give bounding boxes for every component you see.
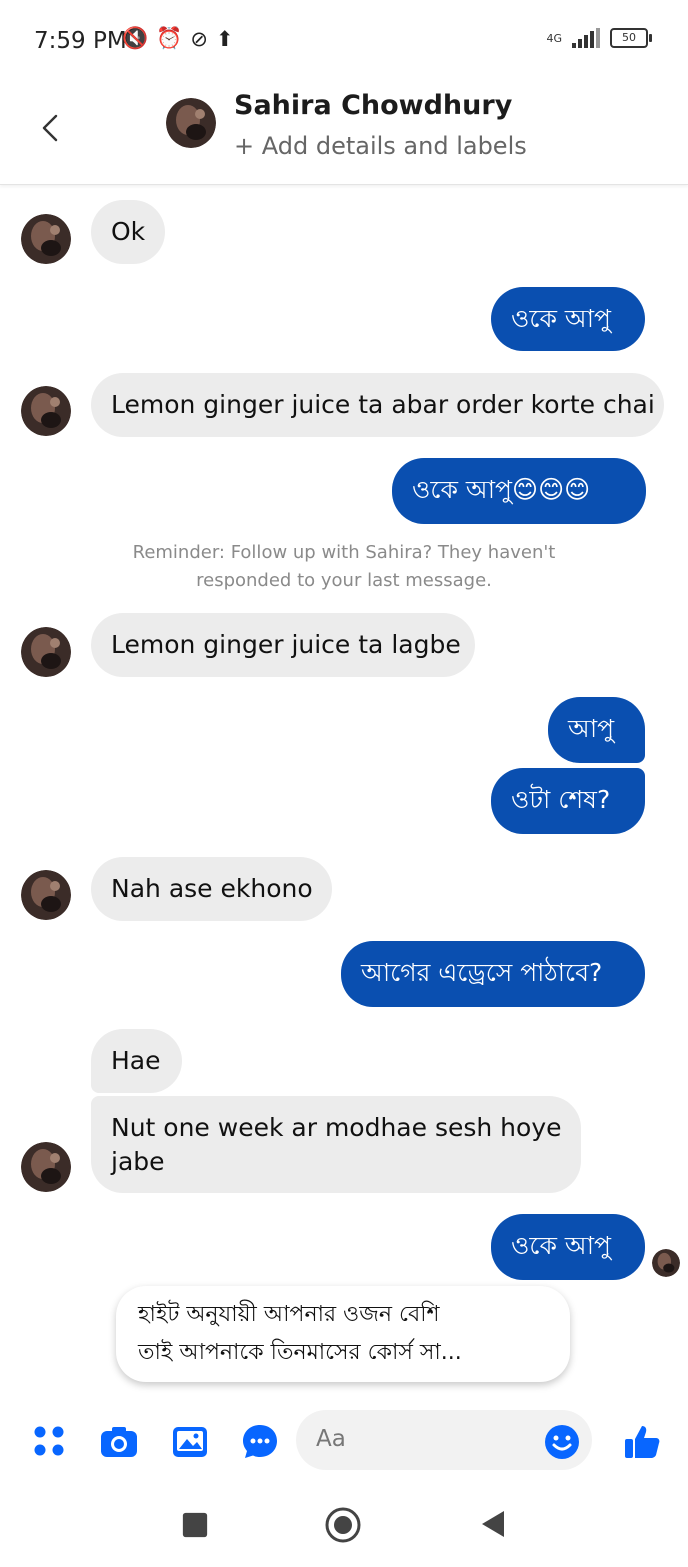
emoji-icon[interactable] bbox=[542, 1422, 582, 1462]
message-bubble[interactable]: Nut one week ar modhae sesh hoye jabe bbox=[91, 1096, 581, 1193]
contact-avatar bbox=[21, 870, 71, 920]
recent-apps-icon[interactable] bbox=[181, 1511, 209, 1539]
reminder-line-2: responded to your last message. bbox=[196, 570, 492, 591]
message-bubble[interactable]: Lemon ginger juice ta lagbe bbox=[91, 613, 475, 677]
back-nav-icon[interactable] bbox=[478, 1509, 508, 1539]
message-bubble[interactable]: ওটা শেষ? bbox=[491, 768, 645, 834]
status-bar: 7:59 PM 🔇 ⏰ ⊘ ⬆ 4G 50 bbox=[0, 0, 688, 86]
contact-avatar bbox=[21, 627, 71, 677]
conversation-header: Sahira Chowdhury + Add details and label… bbox=[0, 86, 688, 185]
apps-icon[interactable] bbox=[30, 1422, 70, 1462]
network-label: 4G bbox=[546, 31, 562, 45]
camera-icon[interactable] bbox=[99, 1422, 139, 1462]
chat-extensions-icon[interactable] bbox=[240, 1422, 280, 1462]
seen-indicator-avatar bbox=[652, 1249, 680, 1277]
dnd-icon: ⊘ bbox=[190, 26, 208, 51]
message-bubble[interactable]: আপু bbox=[548, 697, 645, 763]
message-bubble[interactable]: Hae bbox=[91, 1029, 182, 1093]
like-icon[interactable] bbox=[622, 1422, 662, 1462]
message-composer: Aa bbox=[0, 1400, 688, 1482]
mute-icon: 🔇 bbox=[122, 26, 149, 50]
message-line: Nut one week ar modhae sesh hoye bbox=[111, 1113, 562, 1142]
reminder-notice: Reminder: Follow up with Sahira? They ha… bbox=[0, 539, 688, 595]
contact-avatar[interactable] bbox=[166, 98, 216, 148]
saved-reply-suggestion[interactable]: হাইট অনুযায়ী আপনার ওজন বেশি তাই আপনাকে … bbox=[116, 1286, 570, 1382]
upload-icon: ⬆ bbox=[215, 26, 234, 51]
alarm-icon: ⏰ bbox=[156, 26, 183, 50]
suggestion-line-2: তাই আপনাকে তিনমাসের কোর্স সা... bbox=[138, 1340, 462, 1365]
message-line: jabe bbox=[111, 1147, 165, 1176]
contact-name[interactable]: Sahira Chowdhury bbox=[234, 90, 512, 121]
message-bubble[interactable]: Nah ase ekhono bbox=[91, 857, 332, 921]
message-bubble[interactable]: ওকে আপু😊😊😊 bbox=[392, 458, 646, 524]
system-nav-bar bbox=[0, 1487, 688, 1567]
reminder-line-1: Reminder: Follow up with Sahira? They ha… bbox=[132, 542, 556, 563]
suggestion-line-1: হাইট অনুযায়ী আপনার ওজন বেশি bbox=[138, 1302, 440, 1327]
message-bubble[interactable]: ওকে আপু bbox=[491, 1214, 645, 1280]
contact-avatar bbox=[21, 386, 71, 436]
message-input-placeholder: Aa bbox=[316, 1426, 346, 1452]
signal-icon bbox=[572, 28, 600, 48]
message-bubble[interactable]: Lemon ginger juice ta abar order korte c… bbox=[91, 373, 664, 437]
status-time: 7:59 PM bbox=[34, 28, 127, 54]
message-bubble[interactable]: Ok bbox=[91, 200, 165, 264]
home-icon[interactable] bbox=[323, 1505, 363, 1545]
message-bubble[interactable]: ওকে আপু bbox=[491, 287, 645, 351]
add-details-link[interactable]: + Add details and labels bbox=[234, 132, 527, 160]
contact-avatar bbox=[21, 1142, 71, 1192]
battery-icon: 50 bbox=[610, 28, 652, 48]
message-bubble[interactable]: আগের এড্রেসে পাঠাবে? bbox=[341, 941, 645, 1007]
back-icon[interactable] bbox=[34, 110, 70, 146]
contact-avatar bbox=[21, 214, 71, 264]
gallery-icon[interactable] bbox=[170, 1422, 210, 1462]
